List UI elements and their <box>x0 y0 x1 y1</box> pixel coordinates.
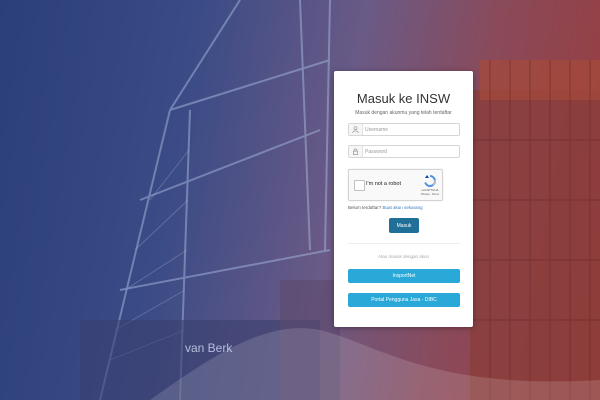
lock-icon <box>349 146 363 157</box>
insportnet-login-button[interactable]: InsportNet <box>348 269 460 283</box>
recaptcha-logo-icon <box>421 174 439 188</box>
background-photo: van Berk <box>0 0 600 400</box>
password-input[interactable] <box>365 147 457 156</box>
port-scene: van Berk <box>80 0 600 400</box>
alt-login-text: Atau masuk dengan akun <box>377 254 430 259</box>
login-card: Masuk ke INSW Masuk dengan akunmu yang t… <box>334 71 473 327</box>
recaptcha-label: I'm not a robot <box>366 181 401 187</box>
login-button[interactable]: Masuk <box>389 218 419 233</box>
page-subtitle: Masuk dengan akunmu yang telah terdaftar <box>355 110 452 116</box>
recaptcha-checkbox[interactable] <box>354 180 365 191</box>
recaptcha-brand: reCAPTCHA <box>421 188 439 192</box>
username-input[interactable] <box>365 125 457 134</box>
user-icon <box>349 124 363 135</box>
register-link[interactable]: Buat akun sekarang <box>383 205 423 210</box>
dibc-portal-login-button[interactable]: Portal Pengguna Jasa - DIBC <box>348 293 460 307</box>
divider <box>348 243 460 244</box>
register-text: Belum terdaftar? <box>348 205 382 210</box>
username-field <box>348 123 460 136</box>
register-prompt: Belum terdaftar? Buat akun sekarang <box>348 205 423 210</box>
password-field <box>348 145 460 158</box>
recaptcha-links[interactable]: Privacy - Terms <box>418 193 442 196</box>
page-title: Masuk ke INSW <box>356 91 451 106</box>
recaptcha-widget: I'm not a robot reCAPTCHA Privacy - Term… <box>348 169 443 201</box>
